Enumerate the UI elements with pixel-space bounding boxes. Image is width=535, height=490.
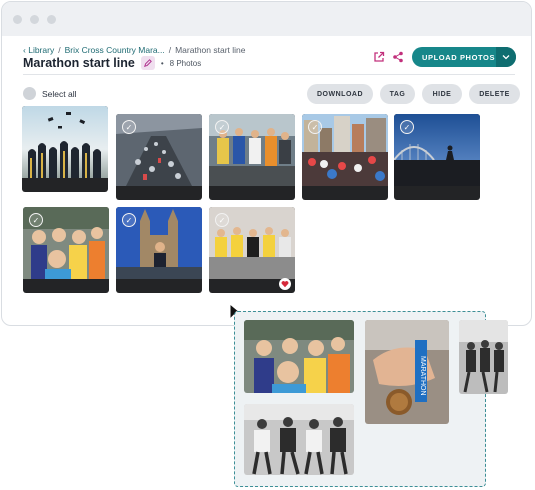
photo-count: 8 Photos [169,58,202,68]
breadcrumb-current: Marathon start line [175,45,246,55]
edit-title-button[interactable] [140,56,155,70]
tag-button[interactable]: TAG [380,84,415,104]
runners-running-bw-photo [244,404,354,475]
external-link-icon[interactable] [373,51,385,63]
dragged-photo[interactable] [244,320,354,393]
bulk-actions: DOWNLOAD TAG HIDE DELETE [307,84,520,104]
upload-photos-label: UPLOAD PHOTOS [422,52,496,62]
graduation-photo [22,106,108,178]
dragged-photo[interactable] [244,404,354,475]
header-divider [23,74,515,75]
medal-ribbon-text: MARATHON [419,356,426,396]
photo-thumbnail[interactable]: ✓ [394,114,480,200]
photo-thumbnail[interactable]: ✓ [116,114,202,200]
hide-button[interactable]: HIDE [422,84,462,104]
photo-thumbnail[interactable]: ✓ [302,114,388,200]
delete-button[interactable]: DELETE [469,84,520,104]
chevron-down-icon[interactable] [496,47,516,67]
runners-bw-photo [459,320,508,394]
check-circle-icon[interactable]: ✓ [122,213,136,227]
medal-photo: MARATHON [365,320,449,424]
breadcrumb-library-link[interactable]: ‹ Library [23,45,54,55]
window-control-dot[interactable] [13,14,22,24]
page-title: Marathon start line [23,56,135,70]
check-circle-icon[interactable]: ✓ [215,120,229,134]
select-all-label: Select all [42,88,77,99]
photo-thumbnail[interactable] [22,106,108,192]
app-window: ‹ Library / Brix Cross Country Mara... /… [1,1,532,326]
window-titlebar [2,2,531,36]
dragged-photo[interactable] [459,320,508,394]
photo-thumbnail[interactable]: ✓ [23,207,109,293]
breadcrumb-parent-link[interactable]: Brix Cross Country Mara... [65,45,165,55]
pencil-icon [143,59,152,67]
breadcrumb-separator: / [168,45,172,55]
share-icon[interactable] [392,51,404,63]
breadcrumb-separator: / [58,45,61,55]
check-circle-icon[interactable]: ✓ [308,120,322,134]
check-circle-icon[interactable]: ✓ [29,213,43,227]
upload-photos-button[interactable]: UPLOAD PHOTOS [412,47,516,67]
photo-thumbnail[interactable]: ✓ [209,114,295,200]
check-circle-icon[interactable]: ✓ [122,120,136,134]
download-button[interactable]: DOWNLOAD [307,84,373,104]
smiling-runners-color-photo [244,320,354,393]
photo-thumbnail[interactable]: ✓ [116,207,202,293]
heart-icon[interactable] [279,278,291,290]
breadcrumb: ‹ Library / Brix Cross Country Mara... /… [23,45,246,55]
window-control-dot[interactable] [30,14,39,24]
check-circle-icon[interactable]: ✓ [215,213,229,227]
select-all-checkbox[interactable]: Select all [23,87,77,100]
count-separator: • [160,58,164,68]
dragged-photo[interactable]: MARATHON [365,320,449,424]
window-control-dot[interactable] [47,14,56,24]
select-all-circle[interactable] [23,87,36,100]
chevron-left-icon: ‹ [23,45,26,55]
title-row: Marathon start line • 8 Photos [23,56,201,70]
check-circle-icon[interactable]: ✓ [400,120,414,134]
photo-thumbnail[interactable]: ✓ [209,207,295,293]
